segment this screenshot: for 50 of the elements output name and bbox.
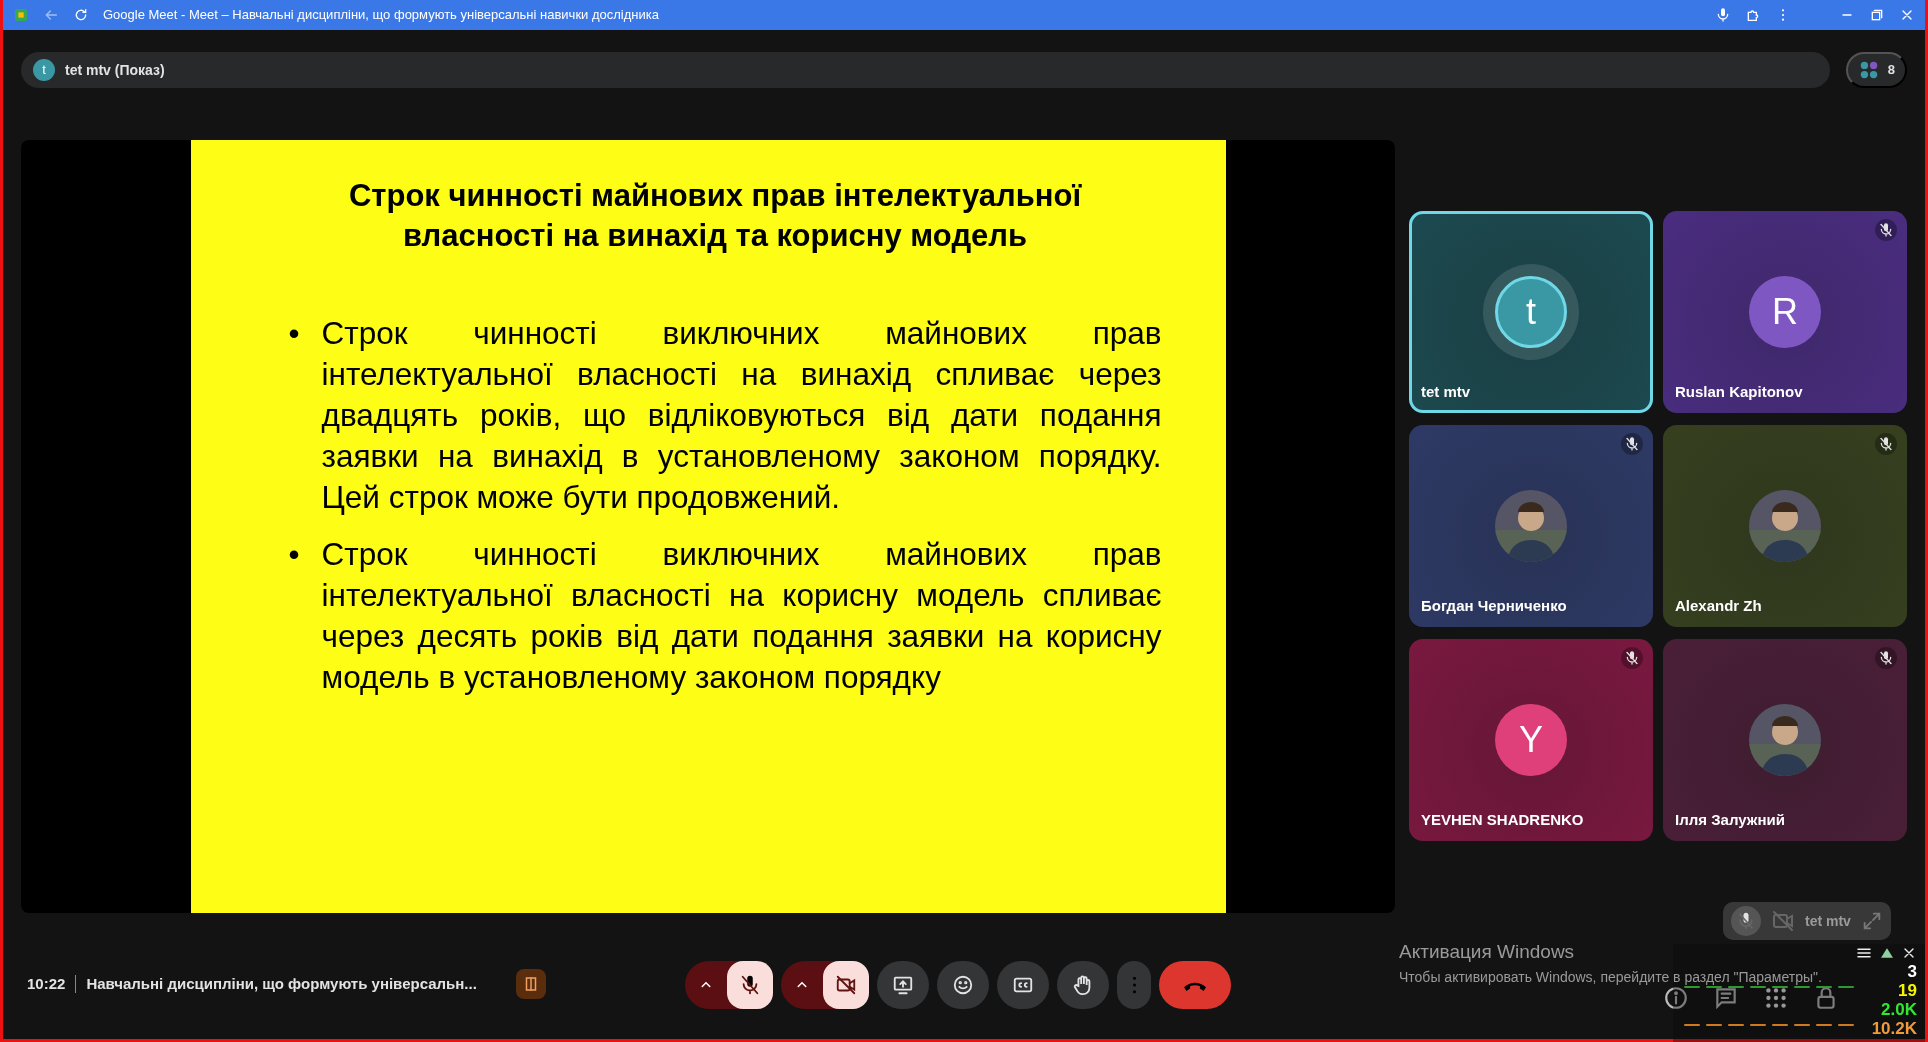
participant-name: Alexandr Zh bbox=[1675, 595, 1762, 616]
window-title: Google Meet - Meet – Навчальні дисципліни, що формують універсальні навички дослідника bbox=[103, 6, 660, 25]
present-button[interactable] bbox=[877, 961, 929, 1009]
present-icon bbox=[892, 974, 914, 996]
microphone-off-icon bbox=[739, 974, 761, 996]
meeting-time: 10:22 bbox=[27, 973, 66, 994]
end-call-button[interactable] bbox=[1159, 961, 1231, 1009]
apps-icon[interactable] bbox=[1763, 985, 1789, 1011]
camera-off-icon bbox=[835, 974, 857, 996]
captions-button[interactable] bbox=[997, 961, 1049, 1009]
microphone-button[interactable] bbox=[727, 961, 773, 1009]
bullet-marker: • bbox=[288, 534, 300, 574]
activation-title: Активация Windows bbox=[1399, 940, 1576, 964]
stat-value: 2.0K bbox=[1880, 1000, 1917, 1019]
stat-value: 19 bbox=[1897, 981, 1917, 1000]
slide-bullet-text: Строк чинності виключних майнових прав інтелектуальної власності на корисну модель спливає через десять років від дати подання заявки на корисну модель в установленому законом порядку bbox=[321, 534, 1162, 697]
avatar: R bbox=[1749, 276, 1821, 348]
emoji-icon bbox=[952, 974, 974, 996]
participant-name: Ілля Залужний bbox=[1675, 809, 1785, 830]
extension-icon[interactable] bbox=[1745, 7, 1761, 23]
camera-button[interactable] bbox=[823, 961, 869, 1009]
presenter-label: tet mtv (Показ) bbox=[65, 60, 165, 80]
presenter-avatar: t bbox=[33, 59, 55, 81]
self-view-name: tet mtv bbox=[1805, 911, 1851, 931]
slide-title: Строк чинності майнових прав інтелектуальної власності на винахід та корисну модель bbox=[347, 177, 1083, 256]
stat-value: 3 bbox=[1906, 962, 1917, 981]
chat-icon[interactable] bbox=[1713, 985, 1739, 1011]
avatar: t bbox=[1495, 276, 1567, 348]
browser-logo-icon bbox=[13, 7, 29, 23]
more-icon bbox=[1131, 975, 1137, 995]
raise-hand-button[interactable] bbox=[1057, 961, 1109, 1009]
participant-name: Богдан Черниченко bbox=[1421, 595, 1567, 616]
meeting-title: Навчальні дисципліни, що формують універсальн... bbox=[86, 973, 478, 994]
activation-text: Чтобы активировать Windows, перейдите в раздел "Параметры". bbox=[1399, 967, 1822, 987]
microphone-icon[interactable] bbox=[1715, 7, 1731, 23]
restore-icon[interactable] bbox=[1869, 7, 1885, 23]
door-icon[interactable] bbox=[516, 969, 547, 999]
slide-bullet-text: Строк чинності виключних майнових прав інтелектуальної власності на винахід спливає через двадцять років, що відліковуються від дати подання заявки на винахід в установленому законом порядку. Цей строк може бути продовжений. bbox=[321, 313, 1162, 517]
bullet-marker: • bbox=[288, 313, 300, 353]
info-icon[interactable] bbox=[1663, 985, 1689, 1011]
microphone-off-icon[interactable] bbox=[1731, 906, 1761, 936]
expand-icon[interactable] bbox=[1861, 910, 1883, 932]
participant-name: Ruslan Kapitonov bbox=[1675, 381, 1803, 402]
avatar: Y bbox=[1495, 704, 1567, 776]
reload-icon[interactable] bbox=[73, 7, 89, 23]
participant-name: YEVHEN SHADRENKO bbox=[1421, 809, 1584, 830]
participants-button[interactable]: 8 bbox=[1845, 52, 1907, 88]
participant-name: tet mtv bbox=[1421, 381, 1471, 402]
reactions-button[interactable] bbox=[937, 961, 989, 1009]
stat-value: 10.2K bbox=[1871, 1019, 1917, 1038]
